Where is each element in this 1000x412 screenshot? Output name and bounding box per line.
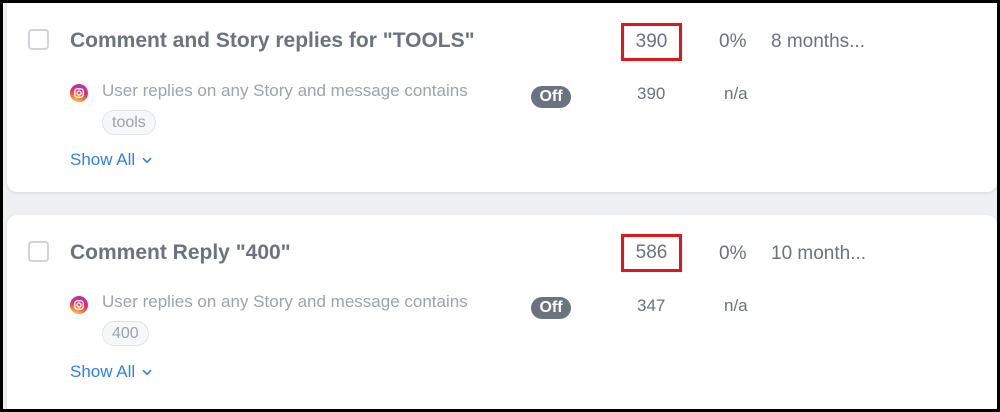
trigger-description: User replies on any Story and message co… [102,81,468,100]
rule-select-checkbox[interactable] [28,241,49,262]
chevron-down-icon [142,369,152,376]
chevron-down-icon [142,157,152,164]
instagram-icon [70,296,88,314]
rule-run-count: 586 [621,234,682,272]
trigger-ctr: n/a [724,296,748,315]
show-all-label: Show All [70,150,136,169]
trigger-description: User replies on any Story and message co… [102,292,468,311]
rule-title[interactable]: Comment Reply "400" [70,241,291,265]
status-toggle[interactable]: Off [531,297,571,319]
rules-list: Comment and Story replies for "TOOLS" 39… [3,3,997,409]
rule-card[interactable]: Comment Reply "400" 586 0% 10 month... U… [7,215,997,409]
rule-card[interactable]: Comment and Story replies for "TOOLS" 39… [7,3,997,192]
rule-run-count: 390 [621,23,682,61]
rule-modified: 10 month... [771,243,867,264]
rule-select-checkbox[interactable] [28,29,49,50]
rule-title[interactable]: Comment and Story replies for "TOOLS" [70,29,475,53]
show-all-link[interactable]: Show All [70,150,152,170]
trigger-run-count: 347 [637,296,666,315]
rule-ctr: 0% [719,243,747,264]
rule-modified: 8 months... [771,31,865,52]
rule-ctr: 0% [719,31,747,52]
keyword-tag: tools [102,110,156,135]
status-toggle[interactable]: Off [531,86,571,108]
trigger-ctr: n/a [724,84,748,103]
show-all-label: Show All [70,362,136,381]
instagram-icon [70,84,88,102]
show-all-link[interactable]: Show All [70,362,152,382]
keyword-tag: 400 [102,321,149,346]
trigger-run-count: 390 [637,84,666,103]
